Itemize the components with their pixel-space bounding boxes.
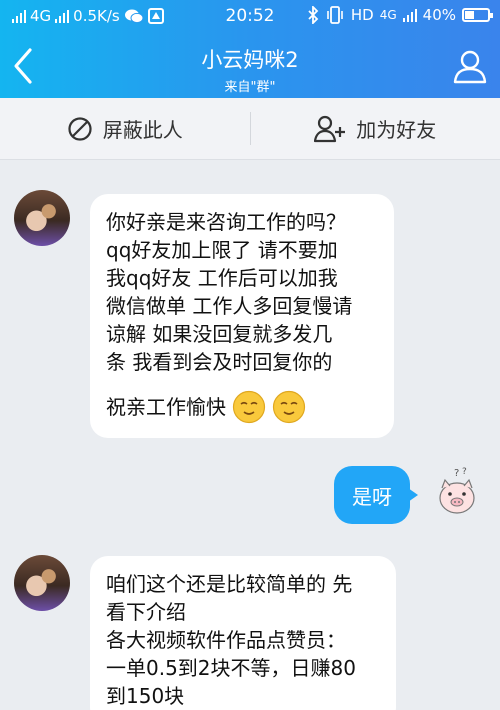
message-bubble-incoming[interactable]: 咱们这个还是比较简单的 先 看下介绍 各大视频软件作品点赞员： 一单0.5到2块… (90, 556, 396, 710)
status-right: HD 4G 40% (307, 6, 493, 24)
status-bar: 4G 0.5K/s 20:52 HD 4G 40% (0, 0, 500, 34)
signal-bars-icon-3 (402, 8, 417, 22)
message-line: 微信做单 工作人多回复慢请 (106, 294, 353, 318)
network-type-2: 4G (379, 8, 397, 22)
vibrate-icon (327, 6, 343, 24)
block-user-label: 屏蔽此人 (102, 118, 183, 142)
message-bubble-outgoing[interactable]: 是呀 (334, 466, 418, 524)
chat-title: 小云妈咪2 (201, 48, 299, 72)
message-line: 一单0.5到2块不等，日赚80 (106, 656, 356, 680)
message-line: 谅解 如果没回复就多发几 (106, 322, 333, 346)
add-person-icon (314, 115, 346, 142)
chat-subtitle: 来自"群" (224, 80, 276, 95)
message-bubble-incoming[interactable]: 你好亲是来咨询工作的吗？ qq好友加上限了 请不要加 我qq好友 工作后可以加我… (90, 194, 394, 438)
block-icon (68, 116, 92, 141)
message-line: 你好亲是来咨询工作的吗？ (106, 210, 346, 234)
add-friend-label: 加为好友 (356, 118, 437, 142)
header: 4G 0.5K/s 20:52 HD 4G 40% 小云妈咪2 来自"群" (0, 0, 500, 98)
title-group: 小云妈咪2 来自"群" (0, 44, 500, 95)
pig-avatar-icon[interactable]: ? ? (436, 466, 478, 518)
message-line: 到150块 (106, 684, 185, 708)
svg-text:?: ? (454, 468, 459, 479)
avatar[interactable] (14, 555, 70, 611)
message-line: 祝亲工作愉快 (106, 395, 226, 419)
block-user-button[interactable]: 屏蔽此人 (0, 98, 250, 159)
person-icon (453, 50, 487, 84)
svg-text:?: ? (462, 467, 467, 477)
title-bar: 小云妈咪2 来自"群" (0, 34, 500, 98)
message-line: 我qq好友 工作后可以加我 (106, 266, 338, 290)
avatar[interactable] (14, 190, 70, 246)
message-line: 咱们这个还是比较简单的 先 (106, 572, 353, 596)
smiling-face-icon (232, 390, 266, 424)
add-friend-button[interactable]: 加为好友 (251, 98, 500, 159)
hd-label: HD (350, 6, 374, 24)
message-line: 看下介绍 (106, 600, 186, 624)
message-line-with-emoji: 祝亲工作愉快 (106, 390, 378, 424)
bluetooth-icon (308, 6, 319, 24)
message-line: qq好友加上限了 请不要加 (106, 238, 338, 262)
message-line: 条 我看到会及时回复你的 (106, 350, 333, 374)
profile-button[interactable] (452, 48, 488, 84)
message-text: 是呀 (352, 484, 392, 509)
message-line: 各大视频软件作品点赞员： (106, 628, 346, 652)
battery-percent: 40% (422, 6, 456, 24)
battery-icon (462, 8, 493, 22)
action-bar: 屏蔽此人 加为好友 (0, 98, 500, 160)
smiling-face-icon (272, 390, 306, 424)
